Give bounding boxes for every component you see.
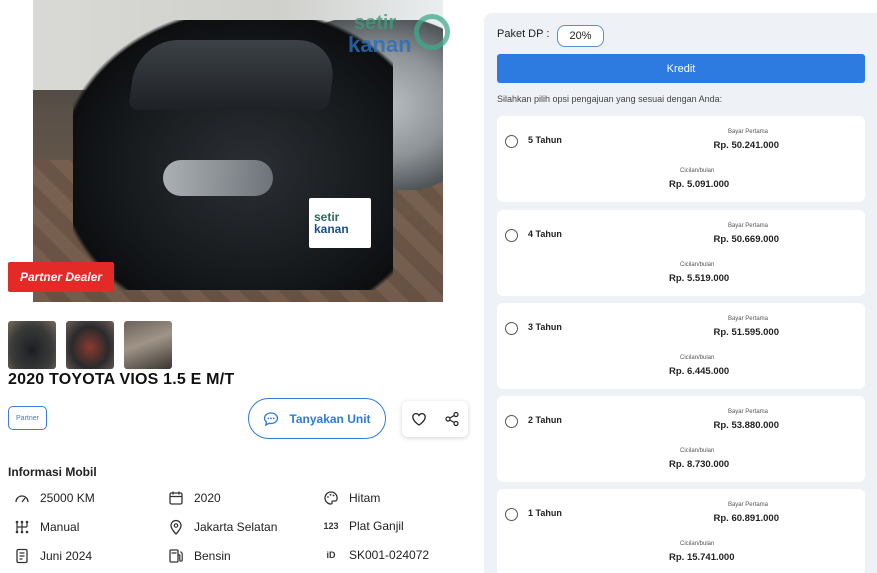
palette-icon — [324, 491, 338, 505]
radio-button[interactable] — [505, 229, 518, 242]
partner-badge: Partner — [8, 406, 47, 430]
thumbnail-2[interactable] — [66, 321, 114, 369]
thumbnail-1[interactable] — [8, 321, 56, 369]
kredit-option[interactable]: 2 Tahun Bayar Pertama Rp. 53.880.000 Cic… — [497, 396, 865, 482]
spec-plate-type-value: Plat Ganjil — [349, 519, 404, 533]
monthly-label: Cicilan/bulan — [680, 355, 715, 361]
share-icon[interactable] — [444, 411, 460, 427]
monthly-value: Rp. 6.445.000 — [669, 366, 730, 377]
dp-label: Paket DP : — [497, 28, 550, 40]
car-title: 2020 TOYOTA VIOS 1.5 E M/T — [8, 371, 235, 388]
kredit-hint: Silahkan pilih opsi pengajuan yang sesua… — [497, 94, 723, 104]
ask-unit-button[interactable]: Tanyakan Unit — [248, 398, 386, 439]
spec-year: 2020 — [168, 490, 221, 506]
monthly-label: Cicilan/bulan — [680, 168, 715, 174]
radio-button[interactable] — [505, 135, 518, 148]
monthly-label: Cicilan/bulan — [680, 262, 715, 268]
ask-unit-label: Tanyakan Unit — [289, 411, 371, 426]
gauge-icon — [15, 495, 29, 503]
first-payment-label: Bayar Pertama — [727, 223, 768, 229]
photo-headlight — [163, 160, 273, 196]
location-pin-icon — [170, 519, 182, 535]
spec-fuel: Bensin — [168, 548, 231, 564]
spec-color-value: Hitam — [349, 491, 381, 505]
dp-select[interactable]: 20% — [557, 25, 604, 47]
first-payment-label: Bayar Pertama — [727, 129, 768, 135]
radio-button[interactable] — [505, 508, 518, 521]
monthly-label: Cicilan/bulan — [680, 541, 715, 547]
radio-button[interactable] — [505, 415, 518, 428]
photo-windshield — [128, 40, 338, 110]
first-payment-label: Bayar Pertama — [727, 316, 768, 322]
radio-button[interactable] — [505, 322, 518, 335]
setirkanan-watermark-logo: setir kanan — [348, 12, 456, 58]
spec-fuel-value: Bensin — [194, 549, 231, 563]
first-payment-value: Rp. 60.891.000 — [713, 513, 780, 524]
thumbnail-strip — [8, 321, 172, 369]
monthly-label: Cicilan/bulan — [680, 448, 715, 454]
spec-transmission-value: Manual — [40, 520, 80, 534]
first-payment-label: Bayar Pertama — [727, 502, 768, 508]
id-icon: iD — [326, 550, 336, 560]
monthly-value: Rp. 15.741.000 — [669, 552, 735, 563]
first-payment-value: Rp. 53.880.000 — [713, 420, 780, 431]
spec-mileage: 25000 KM — [14, 490, 95, 506]
chat-icon — [264, 411, 279, 426]
option-tenor: 3 Tahun — [528, 322, 562, 332]
first-payment-value: Rp. 50.669.000 — [713, 234, 780, 245]
car-info-title: Informasi Mobil — [8, 465, 97, 479]
spec-plate-type: 123 Plat Ganjil — [323, 519, 404, 533]
steering-wheel-icon — [414, 14, 450, 50]
spec-location: Jakarta Selatan — [168, 519, 277, 535]
spec-date: Juni 2024 — [14, 548, 92, 564]
thumbnail-3[interactable] — [124, 321, 172, 369]
first-payment-label: Bayar Pertama — [727, 409, 768, 415]
option-tenor: 4 Tahun — [528, 229, 562, 239]
first-payment-value: Rp. 50.241.000 — [713, 140, 780, 151]
monthly-value: Rp. 8.730.000 — [669, 459, 730, 470]
spec-sku: iD SK001-024072 — [323, 548, 430, 562]
option-tenor: 5 Tahun — [528, 135, 562, 145]
spec-mileage-value: 25000 KM — [40, 491, 95, 505]
spec-date-value: Juni 2024 — [40, 549, 93, 563]
plate-logo-bottom: kanan — [314, 222, 349, 236]
monthly-value: Rp. 5.091.000 — [669, 179, 730, 190]
kredit-option[interactable]: 3 Tahun Bayar Pertama Rp. 51.595.000 Cic… — [497, 303, 865, 389]
spec-sku-value: SK001-024072 — [349, 548, 430, 562]
monthly-value: Rp. 5.519.000 — [669, 273, 730, 284]
option-tenor: 1 Tahun — [528, 508, 562, 518]
document-icon — [16, 548, 28, 564]
gearbox-icon — [15, 520, 29, 534]
spec-year-value: 2020 — [194, 491, 221, 505]
action-box — [402, 401, 468, 437]
plate-logo: setir kanan — [309, 198, 371, 248]
spec-color: Hitam — [323, 490, 380, 506]
kredit-option[interactable]: 1 Tahun Bayar Pertama Rp. 60.891.000 Cic… — [497, 489, 865, 573]
kredit-button[interactable]: Kredit — [497, 54, 865, 83]
calendar-icon — [169, 491, 183, 505]
fuel-pump-icon — [169, 549, 183, 563]
spec-location-value: Jakarta Selatan — [194, 520, 278, 534]
number-123-icon: 123 — [323, 521, 339, 531]
option-tenor: 2 Tahun — [528, 415, 562, 425]
spec-transmission: Manual — [14, 519, 79, 535]
watermark-bottom: kanan — [348, 32, 412, 57]
heart-icon[interactable] — [411, 411, 427, 427]
kredit-option[interactable]: 4 Tahun Bayar Pertama Rp. 50.669.000 Cic… — [497, 210, 865, 296]
first-payment-value: Rp. 51.595.000 — [713, 327, 780, 338]
partner-dealer-badge: Partner Dealer — [8, 262, 114, 292]
kredit-option[interactable]: 5 Tahun Bayar Pertama Rp. 50.241.000 Cic… — [497, 116, 865, 202]
